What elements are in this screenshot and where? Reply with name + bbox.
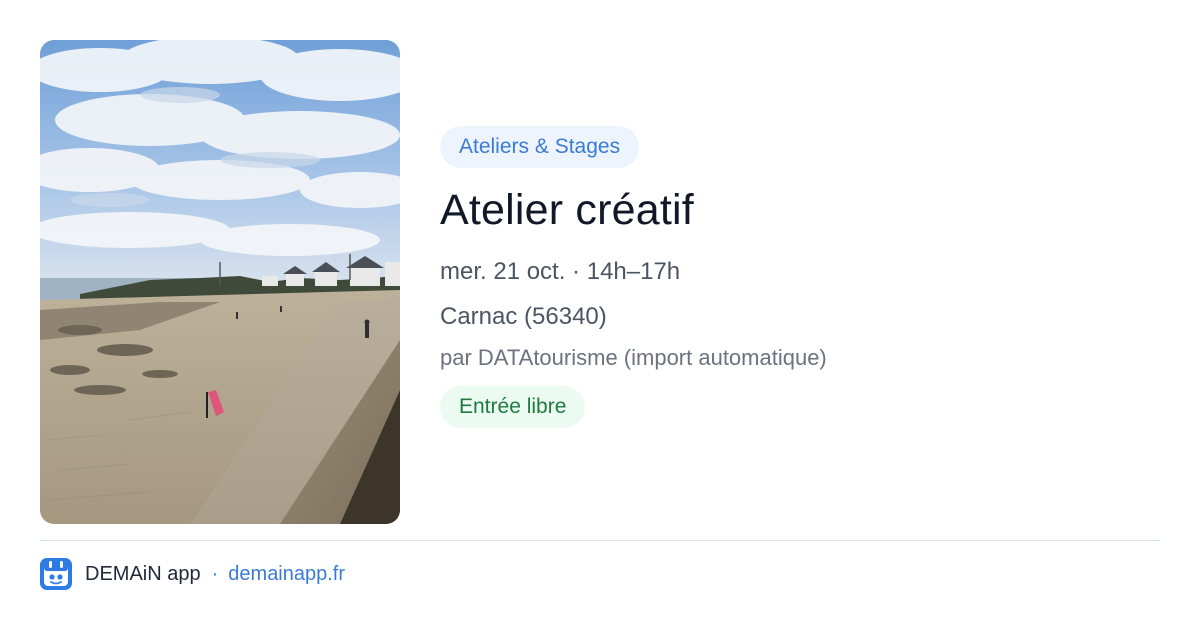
event-info: Ateliers & Stages Atelier créatif mer. 2… [440,126,1160,428]
event-title: Atelier créatif [440,186,694,234]
app-name: DEMAiN app [85,562,201,585]
price-badge: Entrée libre [440,386,586,428]
footer: DEMAiN app · demainapp.fr [40,558,345,590]
footer-divider [40,540,1160,541]
event-datetime: mer. 21 oct. · 14h–17h [440,258,681,285]
event-location: Carnac (56340) [440,303,607,330]
footer-separator: · [211,562,219,585]
site-link[interactable]: demainapp.fr [228,563,345,586]
event-preview-card: Ateliers & Stages Atelier créatif mer. 2… [0,0,1200,630]
event-photo [40,40,400,524]
event-source: par DATAtourisme (import automatique) [440,345,827,370]
category-badge: Ateliers & Stages [440,126,640,168]
app-logo-icon [40,558,72,590]
